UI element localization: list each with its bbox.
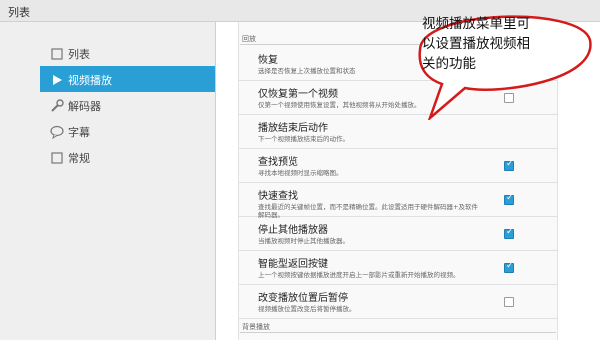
setting-row-smart-back[interactable]: 智能型返回按键 上一个视频按键依据播放进度开启上一部影片或重新开始播放的视频。 [238,251,558,285]
square-icon [50,150,64,164]
setting-description: 选择是否恢复上次播放位置和状态 [258,67,356,75]
section-title-background: 背景播放 [242,323,270,331]
setting-title: 仅恢复第一个视频 [258,89,338,100]
setting-row-pause-after-seek[interactable]: 改变播放位置后暂停 视频播放位置改变后将暂停播放。 [238,285,558,319]
stop-other-players-checkbox[interactable] [504,227,514,239]
setting-title: 快速查找 [258,191,298,202]
wrench-icon [50,98,64,112]
setting-title: 恢复 [258,55,278,66]
seek-preview-checkbox[interactable] [504,159,514,171]
setting-row-end-action[interactable]: 播放结束后动作 下一个视频播放结束后的动作。 [238,115,558,149]
window-title: 列表 [8,6,30,19]
sidebar-item-general[interactable]: 常规 [40,144,215,170]
setting-row-seek-preview[interactable]: 查找预览 寻找本地视频时显示缩略图。 [238,149,558,183]
callout-line: 关的功能 [422,56,476,72]
setting-title: 停止其他播放器 [258,225,328,236]
sidebar: 列表 视频播放 解码器 字幕 常规 [0,22,215,340]
sidebar-item-list[interactable]: 列表 [40,40,215,66]
sidebar-item-label: 解码器 [68,100,101,113]
setting-description: 查找最近的关键帧位置，而不是精确位置。此设置适用于硬件解码器+及软件 [258,203,478,211]
sidebar-item-label: 字幕 [68,126,90,139]
sidebar-item-label: 视频播放 [68,74,112,87]
fast-seek-checkbox[interactable] [504,193,514,205]
callout-line: 视频播放菜单里可 [422,16,530,32]
sidebar-item-subtitles[interactable]: 字幕 [40,118,215,144]
play-icon [50,72,64,86]
setting-title: 播放结束后动作 [258,123,328,134]
sidebar-item-label: 列表 [68,48,90,61]
sidebar-item-decoder[interactable]: 解码器 [40,92,215,118]
setting-description: 视频播放位置改变后将暂停播放。 [258,305,356,313]
setting-title: 智能型返回按键 [258,259,328,270]
pause-after-seek-checkbox[interactable] [504,297,514,307]
setting-title: 改变播放位置后暂停 [258,293,348,304]
smart-back-checkbox[interactable] [504,261,514,273]
setting-description: 寻找本地视频时显示缩略图。 [258,169,343,177]
square-icon [50,46,64,60]
setting-description: 当播放视频时停止其他播放器。 [258,237,349,245]
setting-row-fast-seek[interactable]: 快速查找 查找最近的关键帧位置，而不是精确位置。此设置适用于硬件解码器+及软件 … [238,183,558,219]
setting-description: 下一个视频播放结束后的动作。 [258,135,349,143]
callout-text: 视频播放菜单里可 以设置播放视频相 关的功能 [422,14,572,74]
speech-bubble-icon [50,124,64,140]
sidebar-item-video-playback[interactable]: 视频播放 [40,66,215,92]
section-title-playback: 回放 [242,35,256,43]
setting-row-stop-other-players[interactable]: 停止其他播放器 当播放视频时停止其他播放器。 [238,217,558,251]
callout-line: 以设置播放视频相 [422,36,530,52]
setting-description: 上一个视频按键依据播放进度开启上一部影片或重新开始播放的视频。 [258,271,460,279]
section-divider [240,332,556,333]
sidebar-item-label: 常规 [68,152,90,165]
setting-title: 查找预览 [258,157,298,168]
